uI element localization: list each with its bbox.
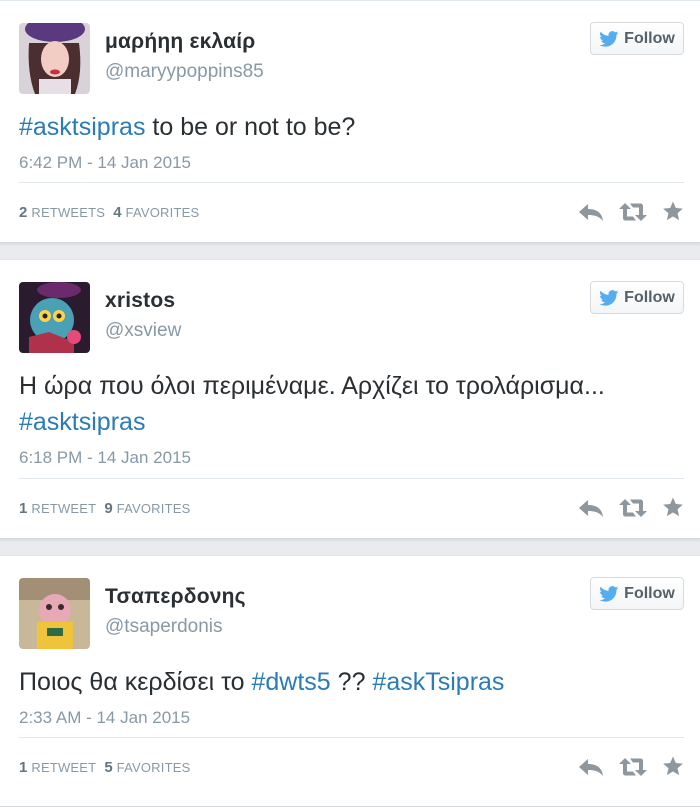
- hashtag-link[interactable]: #asktsipras: [19, 113, 145, 141]
- user-handle[interactable]: @xsview: [105, 320, 181, 342]
- display-name[interactable]: Τσαπερδονης: [105, 585, 246, 609]
- retweet-icon[interactable]: [618, 757, 648, 777]
- star-icon[interactable]: [662, 201, 684, 222]
- star-icon[interactable]: [662, 497, 684, 518]
- hashtag-link[interactable]: #asktsipras: [19, 408, 145, 436]
- tweet-card: Τσαπερδονης @tsaperdonis Follow Ποιος θα…: [0, 555, 700, 807]
- avatar[interactable]: [19, 282, 90, 353]
- reply-icon[interactable]: [578, 202, 604, 222]
- divider: [19, 478, 684, 479]
- favorites-stat[interactable]: 5 FAVORITES: [104, 759, 191, 776]
- retweets-label: RETWEET: [31, 760, 97, 775]
- retweet-icon[interactable]: [618, 202, 648, 222]
- favorites-count: 4: [113, 204, 122, 221]
- tweet-stats: 1 RETWEET 9 FAVORITES: [19, 500, 190, 517]
- tweet-card: xristos @xsview Follow Η ώρα που όλοι πε…: [0, 259, 700, 539]
- retweets-count: 2: [19, 204, 28, 221]
- tweet-stats: 1 RETWEET 5 FAVORITES: [19, 759, 190, 776]
- divider: [19, 182, 684, 183]
- follow-label: Follow: [624, 29, 675, 47]
- reply-icon[interactable]: [578, 757, 604, 777]
- retweets-label: RETWEETS: [31, 205, 106, 220]
- avatar[interactable]: [19, 23, 90, 94]
- favorites-count: 9: [104, 500, 113, 517]
- retweets-stat[interactable]: 2 RETWEETS: [19, 204, 106, 221]
- tweet-stats: 2 RETWEETS 4 FAVORITES: [19, 204, 199, 221]
- star-icon[interactable]: [662, 756, 684, 777]
- retweets-count: 1: [19, 759, 28, 776]
- favorites-stat[interactable]: 4 FAVORITES: [113, 204, 200, 221]
- user-handle[interactable]: @maryypoppins85: [105, 61, 264, 83]
- hashtag-link[interactable]: #dwts5: [252, 668, 331, 696]
- favorites-count: 5: [104, 759, 113, 776]
- divider: [19, 737, 684, 738]
- twitter-bird-icon: [599, 289, 619, 306]
- tweet-card: μαρήηη εκλαίρ @maryypoppins85 Follow #as…: [0, 0, 700, 243]
- twitter-bird-icon: [599, 30, 619, 47]
- follow-button[interactable]: Follow: [590, 22, 684, 55]
- retweet-icon[interactable]: [618, 498, 648, 518]
- tweet-text: Η ώρα που όλοι περιμέναμε. Αρχίζει το τρ…: [19, 368, 679, 440]
- follow-label: Follow: [624, 584, 675, 602]
- favorites-stat[interactable]: 9 FAVORITES: [104, 500, 191, 517]
- tweet-actions: [578, 201, 684, 222]
- tweet-text-segment: ??: [330, 668, 373, 696]
- reply-icon[interactable]: [578, 498, 604, 518]
- favorites-label: FAVORITES: [125, 205, 200, 220]
- retweets-stat[interactable]: 1 RETWEET: [19, 759, 97, 776]
- retweets-label: RETWEET: [31, 501, 97, 516]
- tweet-text: #asktsipras to be or not to be?: [19, 109, 679, 145]
- display-name[interactable]: xristos: [105, 289, 175, 313]
- follow-button[interactable]: Follow: [590, 577, 684, 610]
- tweet-actions: [578, 497, 684, 518]
- twitter-bird-icon: [599, 585, 619, 602]
- tweet-actions: [578, 756, 684, 777]
- tweet-text-segment: to be or not to be?: [145, 113, 356, 141]
- follow-button[interactable]: Follow: [590, 281, 684, 314]
- tweet-text-segment: Ποιος θα κερδίσει το: [19, 668, 252, 696]
- favorites-label: FAVORITES: [116, 760, 191, 775]
- retweets-stat[interactable]: 1 RETWEET: [19, 500, 97, 517]
- tweet-text: Ποιος θα κερδίσει το #dwts5 ?? #askTsipr…: [19, 664, 679, 700]
- tweet-timestamp[interactable]: 2:33 AM - 14 Jan 2015: [19, 708, 190, 728]
- display-name[interactable]: μαρήηη εκλαίρ: [105, 30, 256, 54]
- tweet-timestamp[interactable]: 6:18 PM - 14 Jan 2015: [19, 448, 191, 468]
- avatar[interactable]: [19, 578, 90, 649]
- favorites-label: FAVORITES: [116, 501, 191, 516]
- tweet-timestamp[interactable]: 6:42 PM - 14 Jan 2015: [19, 153, 191, 173]
- tweet-text-segment: Η ώρα που όλοι περιμέναμε. Αρχίζει το τρ…: [19, 372, 605, 400]
- retweets-count: 1: [19, 500, 28, 517]
- follow-label: Follow: [624, 288, 675, 306]
- user-handle[interactable]: @tsaperdonis: [105, 616, 223, 638]
- hashtag-link[interactable]: #askTsipras: [372, 668, 504, 696]
